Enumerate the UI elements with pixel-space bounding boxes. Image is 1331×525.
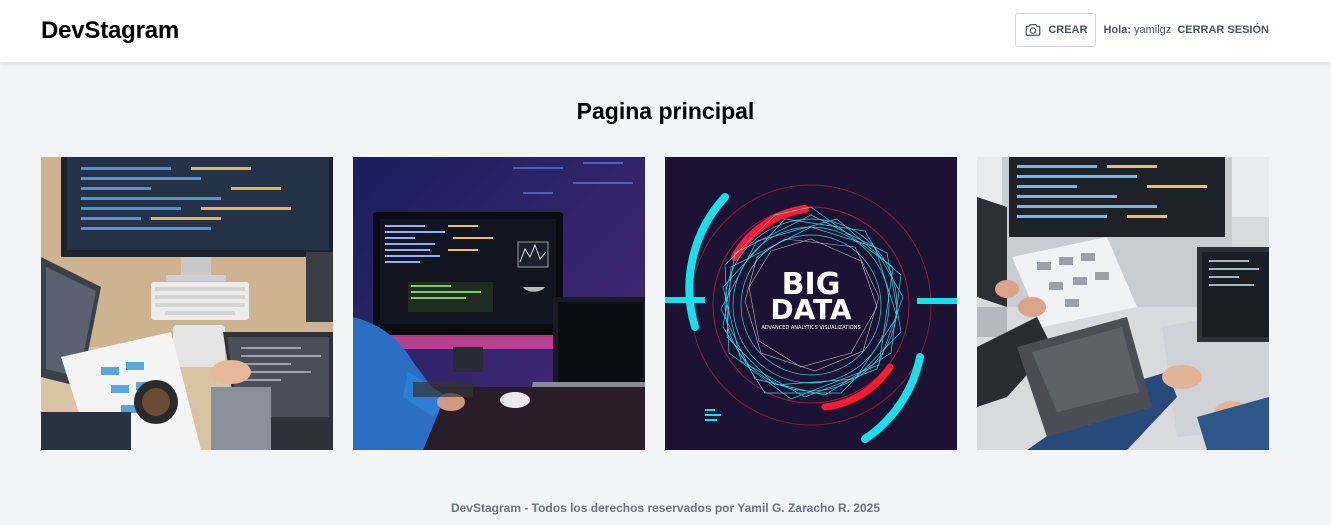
post-monitor-code[interactable] xyxy=(353,157,645,450)
bigdata-caption-sub: ADVANCED ANALYTICS VISUALIZATIONS xyxy=(761,325,860,331)
post-developer-desk[interactable] xyxy=(41,157,333,450)
create-post-button[interactable]: CREAR xyxy=(1015,13,1097,47)
logout-button[interactable]: CERRAR SESIÓN xyxy=(1177,24,1269,36)
brand-logo[interactable]: DevStagram xyxy=(41,17,179,45)
post-programmers-laptop[interactable] xyxy=(977,157,1269,450)
site-header: DevStagram CREAR Hola: yamilgz CERRAR SE… xyxy=(0,0,1331,63)
page-title: Pagina principal xyxy=(576,98,755,124)
username[interactable]: yamilgz xyxy=(1134,24,1171,36)
monitor-photo-icon xyxy=(353,157,645,450)
posts-grid: BIG DATA ADVANCED ANALYTICS VISUALIZATIO… xyxy=(41,157,1269,450)
create-post-label: CREAR xyxy=(1048,24,1088,36)
user-greeting: Hola: yamilgz xyxy=(1103,24,1171,36)
header-nav: CREAR Hola: yamilgz CERRAR SESIÓN xyxy=(1015,13,1269,47)
bigdata-caption-data: DATA xyxy=(770,293,852,326)
desk-photo-icon xyxy=(41,157,333,450)
bigdata-photo-icon: BIG DATA ADVANCED ANALYTICS VISUALIZATIO… xyxy=(665,157,957,450)
site-footer: DevStagram - Todos los derechos reservad… xyxy=(450,501,881,515)
laptop-photo-icon xyxy=(977,157,1269,450)
greeting-label: Hola: xyxy=(1103,24,1131,36)
post-big-data[interactable]: BIG DATA ADVANCED ANALYTICS VISUALIZATIO… xyxy=(665,157,957,450)
camera-icon xyxy=(1025,24,1041,36)
